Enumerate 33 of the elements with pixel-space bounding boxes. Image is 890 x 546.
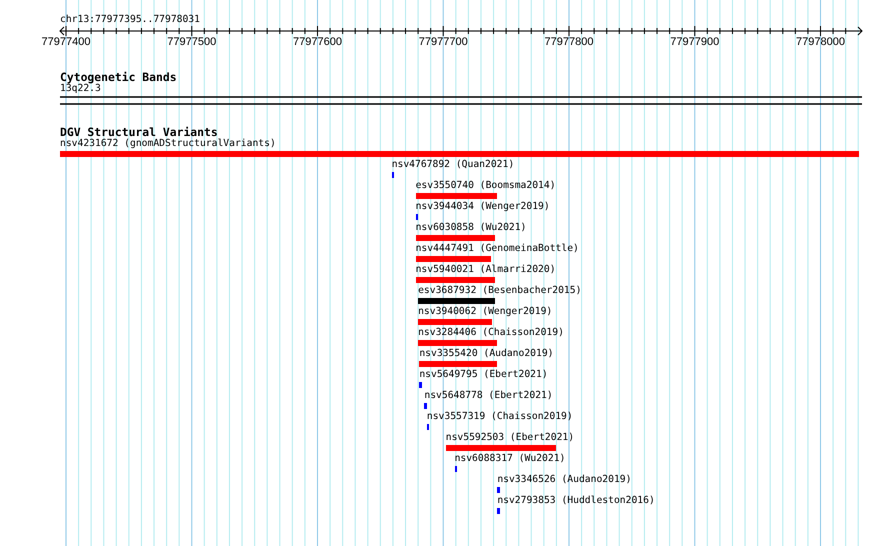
variant-bar[interactable] bbox=[426, 424, 430, 430]
variant-label: nsv3284406 (Chaisson2019) bbox=[418, 327, 564, 339]
ruler-tick-label: 77977400 bbox=[42, 36, 90, 49]
variant-label: nsv3346526 (Audano2019) bbox=[497, 474, 632, 486]
variant-label: esv3687932 (Besenbacher2015) bbox=[418, 285, 582, 297]
location-range: chr13:77977395..77978031 bbox=[60, 14, 200, 26]
variant-bar[interactable] bbox=[454, 466, 458, 472]
band-label: 13q22.3 bbox=[60, 83, 101, 95]
variant-label: nsv2793853 (Huddleston2016) bbox=[497, 495, 655, 507]
variant-label: nsv4231672 (gnomADStructuralVariants) bbox=[60, 138, 276, 150]
variant-label: nsv4447491 (GenomeinaBottle) bbox=[416, 243, 579, 255]
track-title: Cytogenetic Bands bbox=[60, 71, 177, 83]
variant-label: nsv3940062 (Wenger2019) bbox=[418, 306, 552, 318]
ruler-tick-label: 77977900 bbox=[670, 36, 720, 49]
variant-bar[interactable] bbox=[392, 172, 394, 178]
variant-bar[interactable] bbox=[416, 214, 418, 220]
ruler-tick-label: 77977700 bbox=[418, 36, 468, 49]
ruler-tick-label: 77978000 bbox=[796, 36, 845, 49]
variant-label: nsv3557319 (Chaisson2019) bbox=[426, 411, 573, 423]
track-title: DGV Structural Variants bbox=[60, 126, 218, 138]
variant-label: nsv3355420 (Audano2019) bbox=[419, 348, 554, 360]
variant-label: nsv6088317 (Wu2021) bbox=[454, 453, 566, 465]
variant-label: nsv5649795 (Ebert2021) bbox=[419, 369, 548, 381]
ruler-tick-label: 77977500 bbox=[167, 36, 216, 49]
ruler-tick-label: 77977600 bbox=[293, 36, 342, 49]
variant-label: nsv6030858 (Wu2021) bbox=[416, 222, 526, 234]
variant-label: nsv5648778 (Ebert2021) bbox=[424, 390, 553, 402]
variant-label: nsv5592503 (Ebert2021) bbox=[446, 432, 574, 444]
variant-label: nsv3944034 (Wenger2019) bbox=[416, 201, 550, 213]
variant-label: nsv5940021 (Almarri2020) bbox=[416, 264, 556, 276]
ruler-tick-label: 77977800 bbox=[544, 36, 594, 49]
variant-label: esv3550740 (Boomsma2014) bbox=[416, 180, 556, 192]
variant-label: nsv4767892 (Quan2021) bbox=[392, 159, 514, 171]
